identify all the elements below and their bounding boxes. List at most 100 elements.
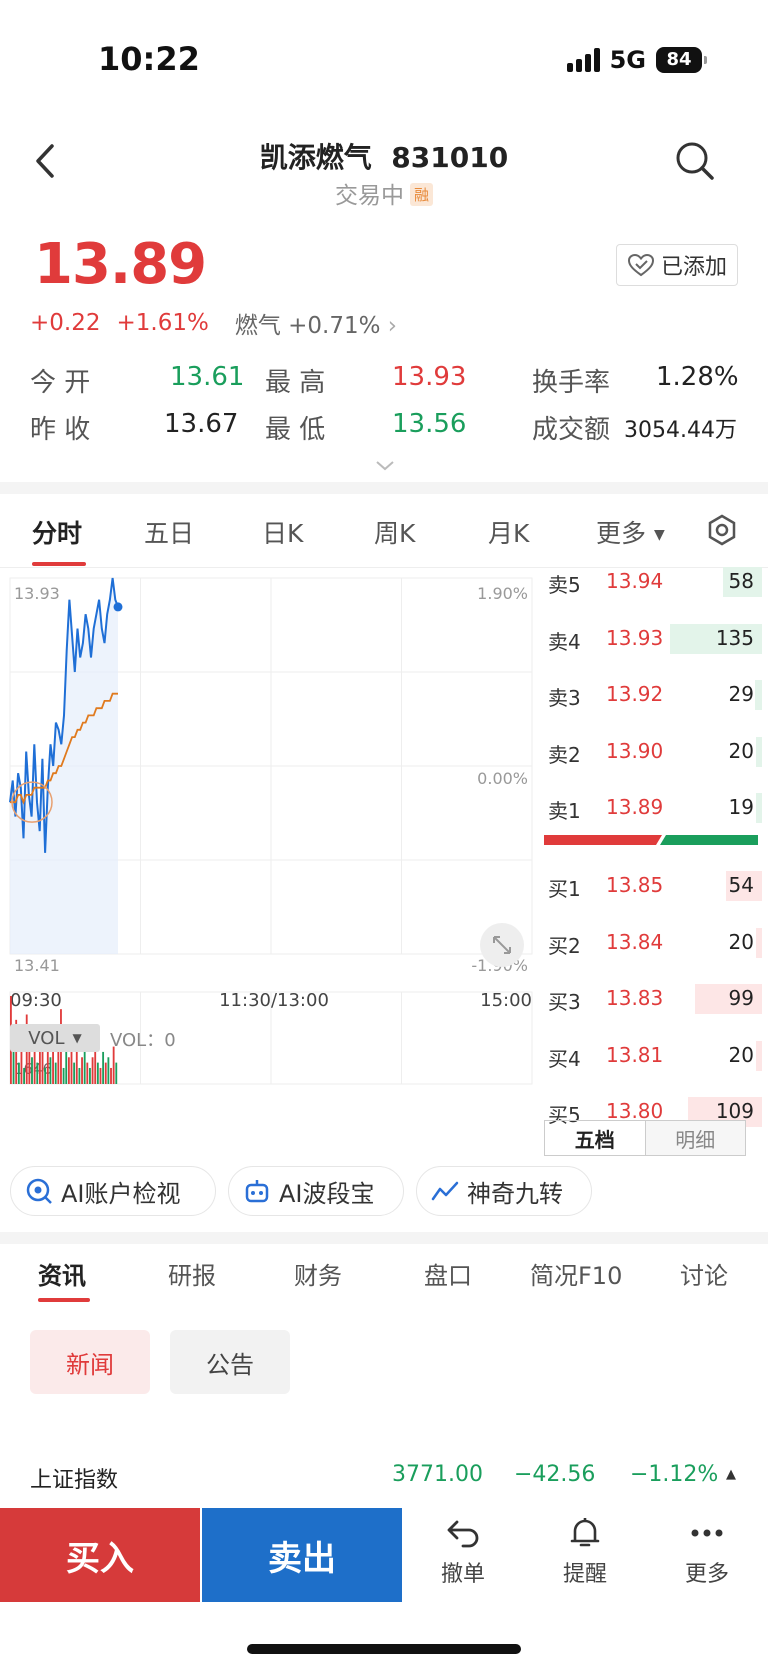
ai-account-review-button[interactable]: AI账户检视 <box>10 1166 216 1216</box>
stats-row-1: 今 开 13.61 最 高 13.93 换手率 1.28% <box>30 362 739 409</box>
level-quantity: 99 <box>728 986 754 1010</box>
tab-news-feed[interactable]: 资讯 <box>38 1256 86 1291</box>
level-label: 卖1 <box>548 799 581 823</box>
stat-value: 13.56 <box>392 409 467 439</box>
x-axis-mid: 11:30/13:00 <box>219 990 329 1011</box>
volume-depth-bar <box>756 793 762 823</box>
volume-bar <box>49 1057 52 1084</box>
order-book-tabs: 五档 明细 <box>544 1120 746 1156</box>
chart-settings-icon[interactable] <box>706 514 738 546</box>
stat-value: 13.93 <box>392 362 467 392</box>
volume-bar <box>102 1051 105 1084</box>
bid-row[interactable]: 买2 13.84 20 <box>544 923 762 963</box>
stat-label: 最 低 <box>265 415 326 445</box>
search-button[interactable] <box>674 140 716 182</box>
trading-status-label: 交易中 <box>334 183 404 209</box>
volume-bar <box>110 1067 112 1084</box>
level-price: 13.85 <box>606 873 664 897</box>
ask-row[interactable]: 卖3 13.92 29 <box>544 675 762 715</box>
undo-icon <box>447 1520 479 1548</box>
current-price-dot <box>113 602 123 612</box>
level-quantity: 19 <box>728 795 754 819</box>
battery-icon: 84 <box>656 47 707 73</box>
sector-label: 燃气 +0.71% <box>234 313 381 339</box>
magic-nine-button[interactable]: 神奇九转 <box>416 1166 592 1216</box>
volume-bar <box>104 1062 107 1084</box>
level-price: 13.90 <box>606 738 664 763</box>
status-indicators: 5G 84 <box>566 46 707 74</box>
bid-row[interactable]: 买4 13.81 20 <box>544 1036 762 1076</box>
level-price: 13.93 <box>606 625 664 650</box>
volume-bar <box>52 1046 54 1084</box>
tab-weekly-k[interactable]: 周K <box>374 514 415 550</box>
level-label: 卖4 <box>548 629 581 654</box>
tab-intraday[interactable]: 分时 <box>32 514 82 550</box>
level-price: 13.81 <box>606 1042 664 1067</box>
chip-news[interactable]: 新闻 <box>30 1330 150 1394</box>
bell-icon <box>570 1518 600 1547</box>
section-divider <box>0 1232 768 1244</box>
level-price: 13.89 <box>606 795 664 819</box>
level-quantity: 135 <box>715 625 754 650</box>
alert-button[interactable]: 提醒 <box>540 1516 630 1596</box>
more-button[interactable]: 更多 <box>662 1516 752 1596</box>
level-label: 卖3 <box>548 686 581 710</box>
search-icon <box>676 142 714 180</box>
trend-line-icon <box>431 1181 459 1201</box>
sector-link[interactable]: 燃气 +0.71% › <box>235 306 397 340</box>
index-change: −42.56 <box>514 1462 596 1487</box>
watchlist-added-button[interactable]: 已添加 <box>616 244 738 286</box>
stat-label: 成交额 <box>532 415 611 445</box>
section-divider <box>0 482 768 494</box>
price-series <box>9 577 123 954</box>
info-tab-indicator <box>38 1298 90 1302</box>
status-time: 10:22 <box>98 40 200 78</box>
tab-daily-k[interactable]: 日K <box>262 514 303 550</box>
tab-discussion[interactable]: 讨论 <box>680 1256 728 1291</box>
tab-handicap[interactable]: 盘口 <box>424 1256 472 1291</box>
index-name: 上证指数 <box>30 1468 119 1493</box>
tab-profile-f10[interactable]: 简况F10 <box>530 1256 622 1291</box>
volume-depth-bar <box>756 1040 762 1071</box>
tab-details[interactable]: 明细 <box>645 1121 745 1155</box>
bid-row[interactable]: 买3 13.83 99 <box>544 979 762 1019</box>
y-axis-max: 13.93 <box>14 584 60 603</box>
ask-row[interactable]: 卖1 13.89 19 <box>544 788 762 828</box>
ai-tool-label: 神奇九转 <box>467 1179 563 1208</box>
price-change-pct: +1.61% <box>116 310 209 336</box>
tab-finance[interactable]: 财务 <box>294 1256 342 1291</box>
index-ticker[interactable]: 上证指数 3771.00 −42.56 −1.12% ▲ <box>0 1452 768 1502</box>
expand-stats-button[interactable] <box>374 458 396 477</box>
more-dots-icon <box>691 1529 723 1537</box>
tab-research[interactable]: 研报 <box>168 1256 216 1291</box>
tab-monthly-k[interactable]: 月K <box>488 514 529 550</box>
ask-row[interactable]: 卖5 13.94 58 <box>544 562 762 602</box>
alert-label: 提醒 <box>562 1562 607 1587</box>
tab-five-day[interactable]: 五日 <box>144 514 194 550</box>
level-quantity: 20 <box>728 738 754 763</box>
tab-more[interactable]: 更多 ▼ <box>596 514 665 550</box>
buy-button[interactable]: 买入 <box>0 1508 200 1602</box>
intraday-chart[interactable]: 13.93 13.41 1.90% 0.00% -1.90% 09:30 11:… <box>0 568 540 1158</box>
ai-band-button[interactable]: AI波段宝 <box>228 1166 404 1216</box>
level-quantity: 54 <box>728 873 754 897</box>
tab-five-levels[interactable]: 五档 <box>545 1121 646 1155</box>
sell-button[interactable]: 卖出 <box>202 1508 402 1602</box>
volume-bar <box>54 1062 57 1084</box>
heart-check-icon <box>627 253 654 277</box>
volume-bar <box>38 1051 41 1084</box>
revoke-button[interactable]: 撤单 <box>418 1516 508 1596</box>
index-value: 3771.00 <box>392 1462 483 1487</box>
ask-row[interactable]: 卖2 13.90 20 <box>544 732 762 772</box>
level-quantity: 20 <box>728 929 754 954</box>
bid-row[interactable]: 买1 13.85 54 <box>544 866 762 906</box>
buy-sell-ratio-bar <box>544 835 758 845</box>
level-quantity: 29 <box>728 682 754 706</box>
level-label: 买4 <box>548 1046 581 1071</box>
chip-announcement[interactable]: 公告 <box>170 1330 290 1394</box>
volume-bar <box>112 1046 115 1084</box>
expand-chart-button[interactable] <box>480 923 524 967</box>
volume-bar <box>31 1057 33 1084</box>
ask-row[interactable]: 卖4 13.93 135 <box>544 619 762 659</box>
volume-indicator-select[interactable]: VOL ▼ <box>10 1024 100 1052</box>
